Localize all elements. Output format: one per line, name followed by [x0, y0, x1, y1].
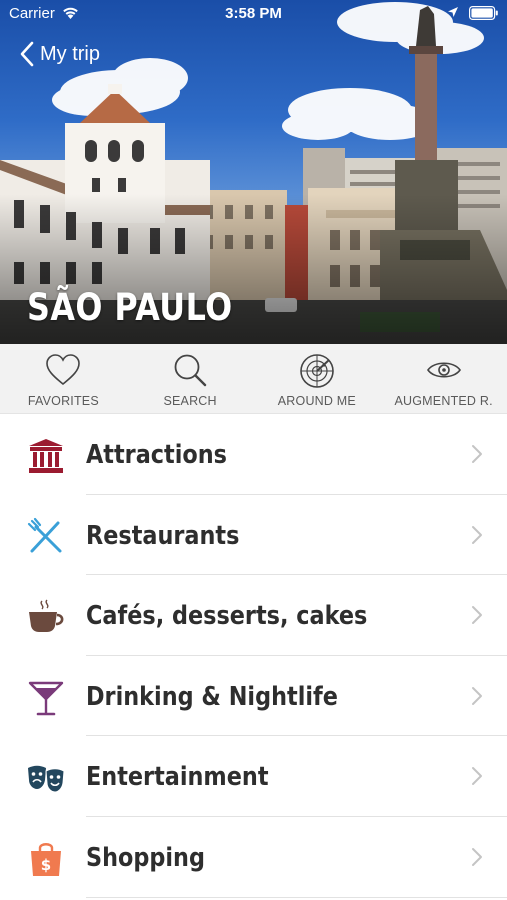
fork-knife-icon [27, 517, 62, 553]
search-label: SEARCH [163, 394, 217, 408]
battery-icon [469, 6, 498, 20]
category-label: Attractions [86, 440, 227, 470]
category-label: Cafés, desserts, cakes [86, 601, 368, 632]
city-hero-image: Carrier 3:58 PM My trip SÃO PAULO [0, 0, 507, 344]
search-icon [174, 354, 207, 387]
location-arrow-icon [448, 7, 458, 17]
category-label: Restaurants [86, 520, 240, 551]
cocktail-icon [28, 681, 64, 716]
shopping-bag-icon: $ [31, 843, 61, 876]
svg-text:$: $ [41, 856, 51, 874]
category-label: Shopping [86, 842, 205, 873]
row-divider [86, 896, 507, 898]
quick-actions-toolbar: FAVORITES SEARCH AROUND ME AUGMENTED R. [0, 344, 507, 414]
back-button[interactable]: My trip [18, 40, 100, 68]
chevron-right-icon [472, 847, 482, 866]
chevron-right-icon [472, 525, 482, 544]
search-button[interactable]: SEARCH [127, 344, 254, 413]
museum-icon [29, 439, 63, 473]
around-me-label: AROUND ME [277, 394, 356, 408]
category-shopping[interactable]: $ Shopping [0, 817, 507, 898]
augmented-reality-label: AUGMENTED R. [394, 394, 493, 408]
chevron-right-icon [472, 686, 482, 705]
chevron-left-icon [20, 41, 34, 67]
category-drinking-nightlife[interactable]: Drinking & Nightlife [0, 656, 507, 737]
chevron-right-icon [472, 606, 482, 625]
augmented-reality-button[interactable]: AUGMENTED R. [380, 344, 507, 413]
radar-icon [300, 354, 334, 388]
theater-masks-icon [28, 766, 65, 793]
favorites-button[interactable]: FAVORITES [0, 344, 127, 413]
eye-icon [426, 362, 461, 378]
status-bar: Carrier 3:58 PM [0, 0, 507, 28]
around-me-button[interactable]: AROUND ME [254, 344, 381, 413]
category-cafes[interactable]: Cafés, desserts, cakes [0, 575, 507, 656]
heart-icon [46, 354, 81, 386]
category-attractions[interactable]: Attractions [0, 414, 507, 495]
category-restaurants[interactable]: Restaurants [0, 495, 507, 576]
category-entertainment[interactable]: Entertainment [0, 736, 507, 817]
back-label: My trip [40, 42, 100, 65]
category-label: Drinking & Nightlife [86, 681, 338, 712]
category-list: Attractions Restaurants Cafés, desserts,… [0, 414, 507, 898]
page-title: SÃO PAULO [27, 286, 233, 329]
coffee-cup-icon [29, 599, 64, 633]
status-time: 3:58 PM [225, 5, 282, 22]
chevron-right-icon [472, 767, 482, 786]
chevron-right-icon [472, 445, 482, 463]
category-label: Entertainment [86, 762, 269, 793]
favorites-label: FAVORITES [27, 394, 99, 408]
